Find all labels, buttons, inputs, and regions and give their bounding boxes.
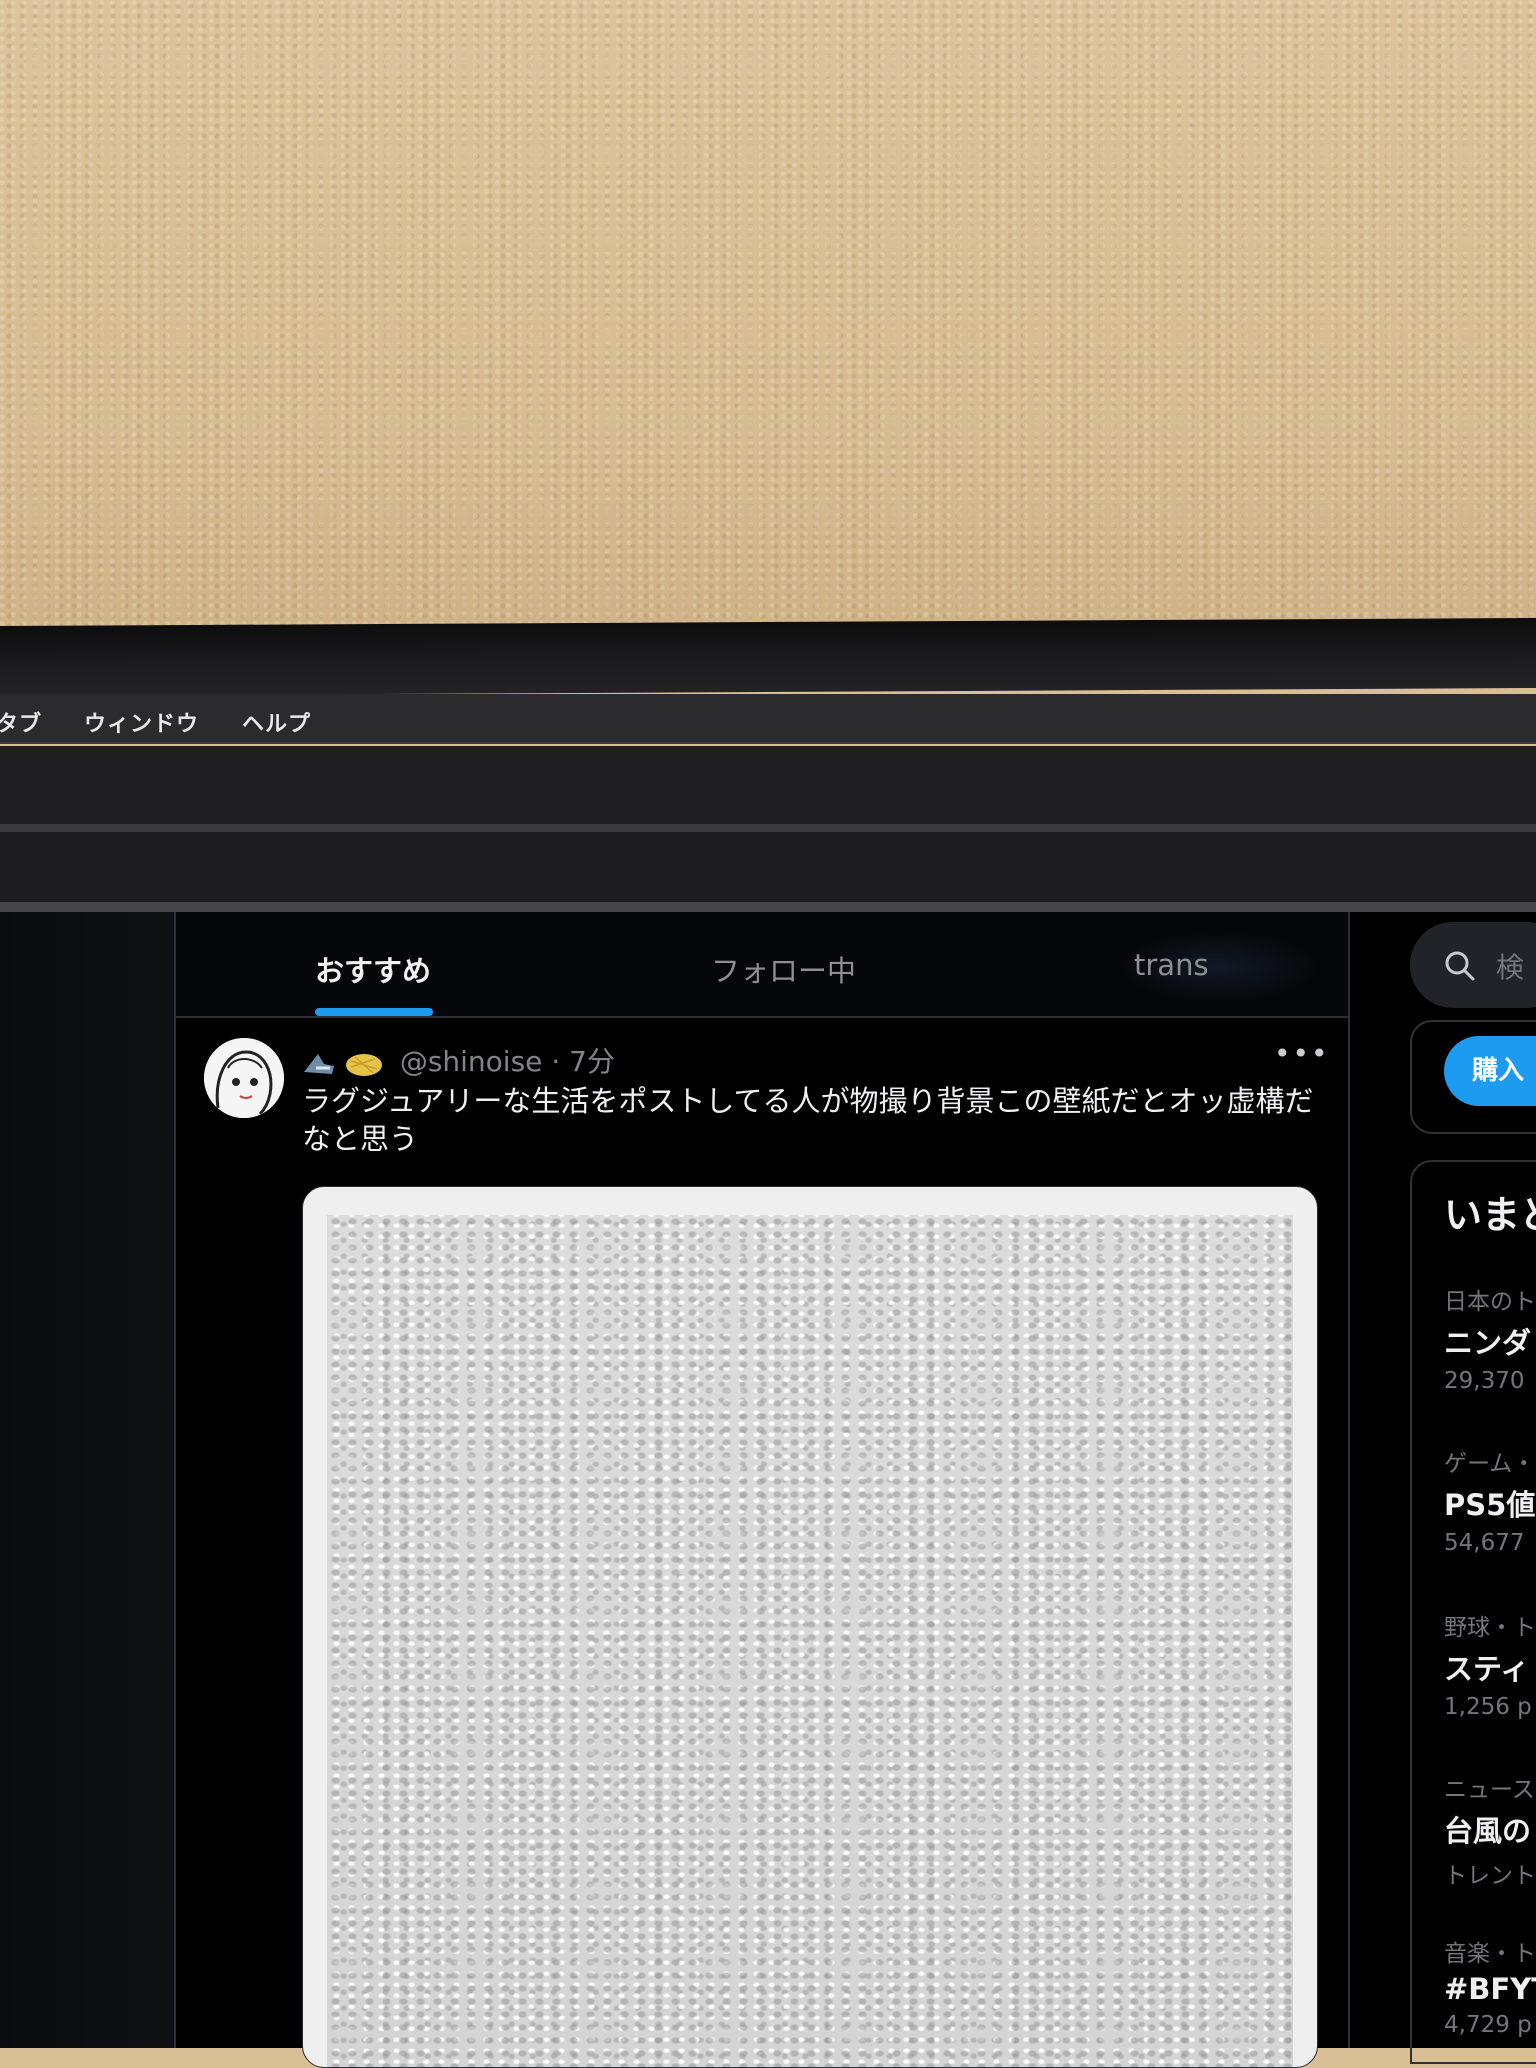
trend-item[interactable]: 日本のト ニンダ 29,370 (1444, 1282, 1536, 1394)
trend-count: 1,256 p (1444, 1694, 1532, 1720)
tab-following[interactable]: フォロー中 (711, 948, 856, 990)
timeline-tabs: おすすめ フォロー中 trans (176, 912, 1348, 1018)
app-window: おすすめ フォロー中 trans @shinoise · 7分 ••• ラグジュ… (0, 912, 1536, 2068)
trend-item[interactable]: ゲーム・ PS5値 54,677 (1444, 1444, 1536, 1556)
tab-recommended[interactable]: おすすめ (315, 948, 431, 990)
search-placeholder: 検 (1496, 951, 1525, 984)
avatar[interactable] (204, 1038, 284, 1118)
trends-panel: いまど 日本のト ニンダ 29,370 ゲーム・ PS5値 54,677 野球・… (1410, 1160, 1536, 2064)
search-box[interactable]: 検 (1410, 922, 1536, 1008)
post[interactable]: @shinoise · 7分 ••• ラグジュアリーな生活をポストしてる人が物撮… (176, 1018, 1348, 2068)
browser-tab-bar (0, 746, 1536, 832)
menu-item-help[interactable]: ヘルプ (242, 706, 311, 738)
trend-count: 54,677 (1444, 1530, 1525, 1556)
shark-emoji-icon (302, 1050, 336, 1076)
trend-name: スティ (1444, 1652, 1530, 1686)
trend-item[interactable]: 音楽・ト #BFYT 4,729 p (1444, 1934, 1536, 2038)
active-tab-indicator (315, 1008, 433, 1016)
right-sidebar: 検 購入 いまど 日本のト ニンダ 29,370 ゲーム・ PS5値 54,67… (1350, 912, 1536, 2064)
search-icon (1444, 950, 1476, 982)
trend-category: ゲーム・ (1444, 1451, 1536, 1477)
wallpaper-texture (327, 1215, 1293, 2067)
trend-category: 野球・ト (1444, 1615, 1536, 1641)
monitor-bezel (0, 617, 1536, 697)
trend-name: PS5値 (1444, 1488, 1536, 1522)
trends-title: いまど (1444, 1193, 1536, 1237)
menu-item-tab[interactable]: タブ (0, 706, 42, 738)
post-header: @shinoise · 7分 (302, 1040, 615, 1080)
trend-category: 日本のト (1444, 1289, 1536, 1315)
more-options-icon[interactable]: ••• (1274, 1040, 1328, 1068)
melonpan-emoji-icon (345, 1049, 383, 1077)
buy-button[interactable]: 購入 (1444, 1036, 1536, 1106)
background-wall (0, 0, 1536, 640)
trend-item[interactable]: ニュース 台風の トレント (1444, 1770, 1536, 1890)
timeline: おすすめ フォロー中 trans @shinoise · 7分 ••• ラグジュ… (176, 912, 1350, 2068)
menu-item-window[interactable]: ウィンドウ (84, 706, 199, 738)
trend-item[interactable]: 野球・ト スティ 1,256 p (1444, 1608, 1536, 1720)
trend-category: ニュース (1444, 1777, 1535, 1803)
left-navigation (0, 912, 176, 2048)
post-separator: · (551, 1045, 561, 1078)
trend-count: 4,729 p (1444, 2012, 1532, 2038)
post-text: ラグジュアリーな生活をポストしてる人が物撮り背景この壁紙だとオッ虚構だなと思う (302, 1084, 1314, 1156)
trend-category: 音楽・ト (1444, 1941, 1536, 1967)
app-menubar: タブ ウィンドウ ヘルプ (0, 694, 1536, 744)
premium-card: 購入 (1410, 1020, 1536, 1134)
trend-name: #BFYT (1444, 1972, 1536, 2006)
post-time[interactable]: 7分 (569, 1045, 615, 1078)
trend-count: 29,370 (1444, 1368, 1525, 1394)
trend-count: トレント (1444, 1863, 1536, 1889)
trend-name: 台風の (1444, 1814, 1532, 1848)
post-handle[interactable]: @shinoise (400, 1045, 543, 1078)
trend-name: ニンダ (1444, 1326, 1532, 1360)
browser-toolbar (0, 832, 1536, 912)
tab-trans[interactable]: trans (1134, 948, 1209, 982)
post-image[interactable] (302, 1186, 1318, 2068)
